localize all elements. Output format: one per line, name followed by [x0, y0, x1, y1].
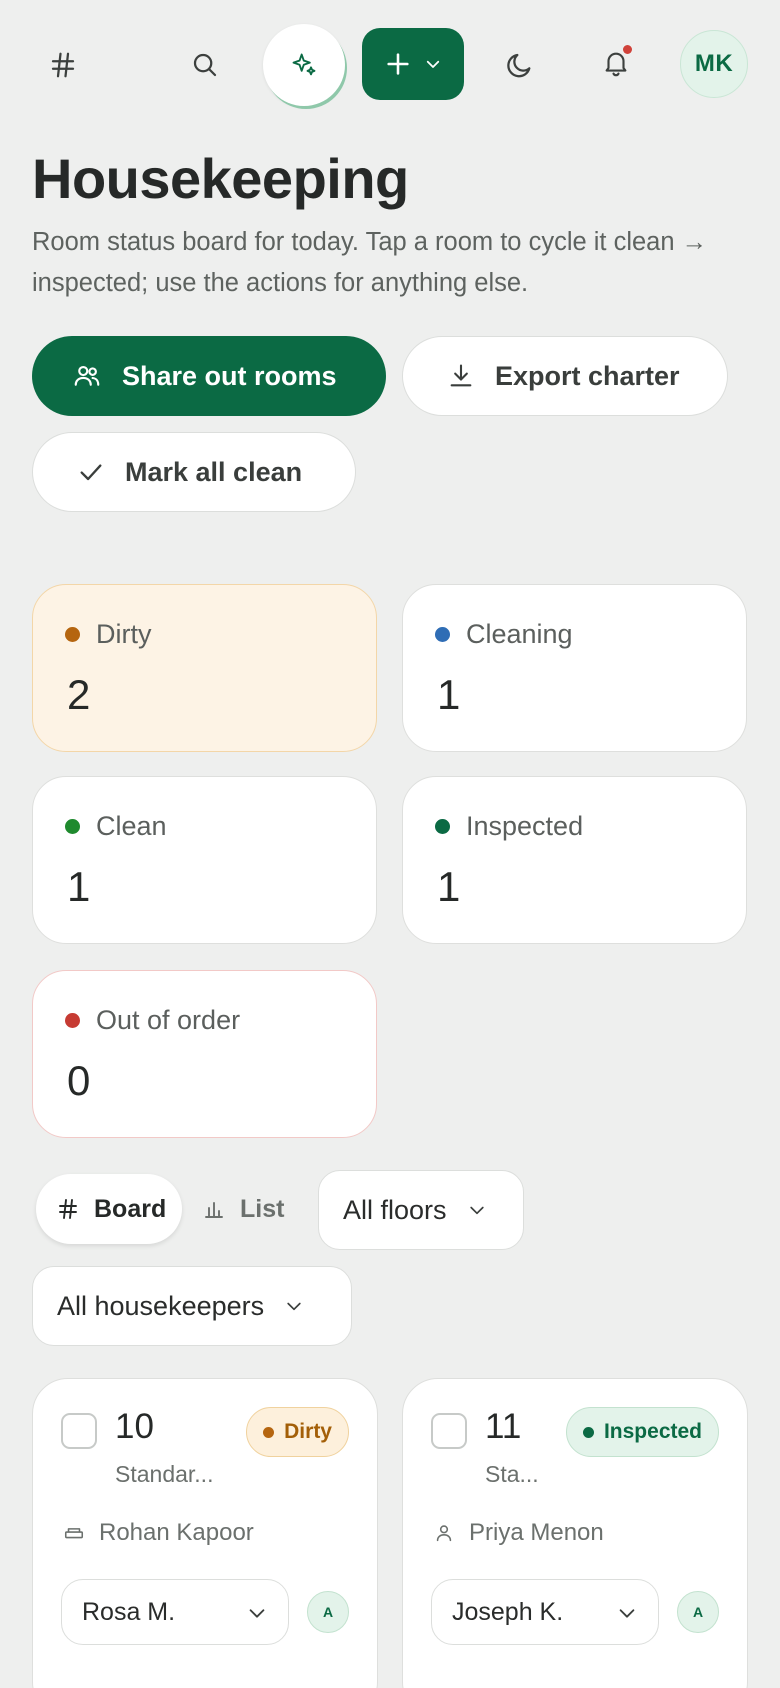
room-type: Sta...: [485, 1461, 539, 1487]
stat-card-out-of-order[interactable]: Out of order 0: [32, 970, 377, 1138]
stat-value: 0: [67, 1057, 91, 1104]
status-badge[interactable]: Dirty: [246, 1407, 349, 1457]
top-bar: MK: [0, 0, 780, 130]
status-badge-label: Inspected: [603, 1420, 702, 1443]
view-board-label: Board: [94, 1194, 167, 1223]
status-dot: [65, 1013, 80, 1028]
chevron-down-icon: [287, 1302, 301, 1311]
view-board-tab[interactable]: Board: [36, 1174, 182, 1244]
room-guest: Priya Menon: [433, 1519, 604, 1547]
hash-icon: [59, 1199, 77, 1219]
room-select-checkbox[interactable]: [61, 1413, 97, 1449]
page-title: Housekeeping: [32, 147, 409, 210]
status-dot: [65, 819, 80, 834]
floor-filter-value: All floors: [343, 1194, 447, 1225]
view-toggle: Board List: [32, 1170, 302, 1248]
user-icon: [436, 1525, 452, 1542]
create-new-button[interactable]: [362, 28, 464, 100]
chevron-down-icon: [249, 1609, 265, 1618]
view-list-tab[interactable]: List: [202, 1174, 284, 1244]
auto-assign-badge[interactable]: A: [307, 1591, 349, 1633]
search-button[interactable]: [182, 42, 228, 88]
view-list-label: List: [240, 1194, 285, 1223]
room-select-checkbox[interactable]: [431, 1413, 467, 1449]
stat-label-row: Clean: [65, 811, 167, 842]
housekeeper-assign-select[interactable]: Joseph K.: [431, 1579, 659, 1645]
guest-name: Rohan Kapoor: [99, 1519, 254, 1546]
stat-label: Clean: [96, 811, 167, 841]
check-icon: [80, 464, 102, 481]
status-dot: [582, 1426, 594, 1438]
room-number: 10: [115, 1407, 154, 1446]
export-charter-label: Export charter: [495, 360, 680, 391]
stat-card-inspected[interactable]: Inspected 1: [402, 776, 747, 944]
search-icon: [193, 53, 217, 77]
stat-value: 1: [437, 671, 461, 718]
housekeeper-assign-value: Rosa M.: [82, 1597, 176, 1626]
bar-chart-icon: [205, 1202, 223, 1218]
ai-assistant-button[interactable]: [263, 24, 345, 106]
export-charter-button[interactable]: Export charter: [402, 336, 728, 416]
stat-card-cleaning[interactable]: Cleaning 1: [402, 584, 747, 752]
stat-value: 1: [437, 863, 461, 910]
moon-icon: [507, 53, 531, 78]
chevron-down-icon: [469, 1206, 484, 1215]
stat-label: Dirty: [96, 619, 152, 649]
status-dot: [435, 819, 450, 834]
stat-value: 2: [67, 671, 91, 718]
stat-label: Cleaning: [466, 619, 573, 649]
plus-icon: [387, 53, 409, 75]
stat-label-row: Cleaning: [435, 619, 573, 650]
status-dot: [435, 627, 450, 642]
mark-all-clean-label: Mark all clean: [125, 456, 303, 487]
dark-mode-toggle[interactable]: [497, 42, 543, 88]
status-badge-label: Dirty: [284, 1420, 332, 1443]
status-dot: [65, 627, 80, 642]
page-subtitle: Room status board for today. Tap a room …: [32, 228, 708, 297]
sparkles-icon: [292, 53, 316, 76]
stat-card-dirty[interactable]: Dirty 2: [32, 584, 377, 752]
users-icon: [74, 365, 100, 386]
status-dot: [263, 1426, 275, 1438]
housekeeper-assign-select[interactable]: Rosa M.: [61, 1579, 289, 1645]
status-badge[interactable]: Inspected: [565, 1407, 719, 1457]
notifications-button[interactable]: [593, 40, 639, 86]
hash-icon: [51, 52, 75, 78]
channels-button[interactable]: [40, 42, 86, 88]
stat-label-row: Dirty: [65, 619, 152, 650]
chevron-down-icon: [619, 1609, 635, 1618]
user-avatar[interactable]: MK: [680, 30, 748, 98]
stat-value: 1: [67, 863, 91, 910]
room-card[interactable]: 11 Sta... Inspected Priya Menon Joseph K…: [402, 1378, 748, 1688]
auto-assign-badge[interactable]: A: [677, 1591, 719, 1633]
share-out-rooms-button[interactable]: Share out rooms: [32, 336, 386, 416]
notification-dot: [623, 45, 632, 54]
housekeeper-filter-select[interactable]: All housekeepers: [32, 1266, 352, 1346]
guest-name: Priya Menon: [469, 1519, 604, 1546]
room-type: Standar...: [115, 1461, 214, 1487]
stat-card-clean[interactable]: Clean 1: [32, 776, 377, 944]
stat-label-row: Out of order: [65, 1005, 240, 1036]
stat-label: Out of order: [96, 1005, 241, 1035]
stat-label-row: Inspected: [435, 811, 583, 842]
download-icon: [450, 364, 472, 387]
mark-all-clean-button[interactable]: Mark all clean: [32, 432, 356, 512]
room-guest: Rohan Kapoor: [63, 1519, 254, 1547]
room-number: 11: [485, 1407, 522, 1446]
housekeeper-assign-value: Joseph K.: [452, 1597, 564, 1626]
share-out-rooms-label: Share out rooms: [122, 360, 337, 391]
floor-filter-select[interactable]: All floors: [318, 1170, 524, 1250]
chevron-down-icon: [426, 60, 440, 68]
room-card[interactable]: 10 Standar... Dirty Rohan Kapoor Rosa M.…: [32, 1378, 378, 1688]
stat-label: Inspected: [466, 811, 584, 841]
housekeeper-filter-value: All housekeepers: [57, 1290, 265, 1321]
bed-icon: [64, 1528, 84, 1539]
